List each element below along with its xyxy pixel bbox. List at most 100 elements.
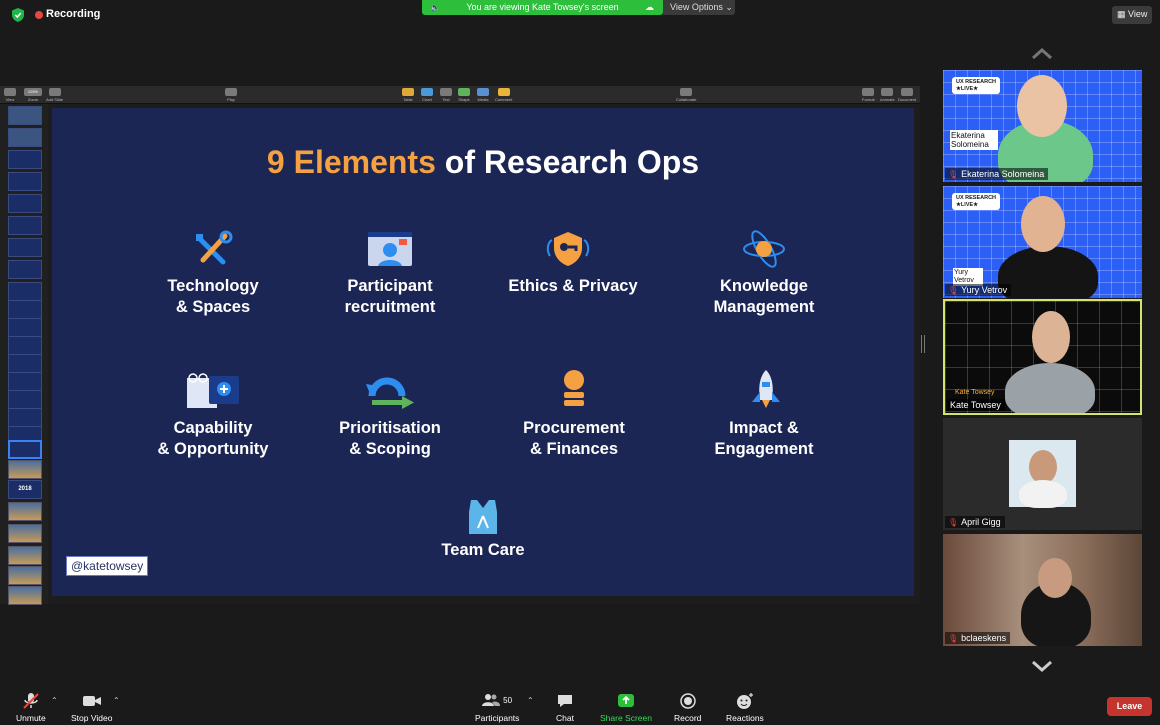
- slide-canvas[interactable]: 9 Elements of Research Ops Technology & S…: [52, 108, 914, 596]
- recording-label[interactable]: Recording: [46, 8, 100, 20]
- toolbar-chart-button[interactable]: Chart: [421, 88, 433, 102]
- element-technology-spaces: Technology & Spaces: [167, 277, 259, 316]
- viewing-screen-banner: 🔈 You are viewing Kate Towsey's screen ☁: [422, 0, 663, 15]
- meeting-top-bar: Recording 🔈 You are viewing Kate Towsey'…: [0, 0, 1160, 30]
- share-screen-icon: [617, 694, 634, 707]
- reactions-button[interactable]: Reactions: [726, 692, 764, 723]
- slide-thumbnail-selected[interactable]: [8, 440, 42, 459]
- chevron-up-icon[interactable]: [1031, 46, 1053, 60]
- slide-thumbnail[interactable]: [8, 300, 42, 319]
- toolbar-add-slide-button[interactable]: Add Slide: [46, 88, 63, 102]
- muted-mic-icon: 🎙: [948, 170, 959, 179]
- ux-research-live-logo: UX RESEARCH ★LIVE★: [952, 77, 1001, 94]
- unmute-button[interactable]: Unmute: [16, 692, 46, 723]
- slide-thumbnail-year[interactable]: 2018: [8, 480, 42, 499]
- slide-thumbnail[interactable]: [8, 282, 42, 301]
- slide-thumbnail[interactable]: [8, 336, 42, 355]
- slide-thumbnail[interactable]: [8, 172, 42, 191]
- record-icon: [679, 693, 696, 709]
- toolbar-table-button[interactable]: Table: [402, 88, 414, 102]
- participants-icon: [482, 694, 501, 707]
- chart-icon: [421, 88, 433, 96]
- slide-navigator: 2018: [0, 104, 48, 605]
- record-button[interactable]: Record: [674, 692, 701, 723]
- slide-thumbnail[interactable]: [8, 194, 42, 213]
- video-tile-kate-active-speaker[interactable]: Kate Towsey Kate Towsey: [943, 299, 1142, 415]
- leave-meeting-button[interactable]: Leave: [1107, 697, 1152, 716]
- text-icon: [440, 88, 452, 96]
- muted-mic-icon: 🎙: [948, 286, 959, 295]
- plus-icon: [48, 88, 61, 96]
- shield-key-icon: [546, 232, 590, 266]
- chat-bubble-icon: [558, 695, 572, 707]
- toolbar-view-button[interactable]: View: [4, 88, 16, 102]
- video-tile-april[interactable]: 🎙 April Gigg: [943, 418, 1142, 530]
- share-screen-button[interactable]: Share Screen: [600, 692, 652, 723]
- toolbar-format-button[interactable]: Format: [862, 88, 875, 102]
- muted-microphone-icon: [23, 693, 39, 709]
- toolbar-shape-button[interactable]: Shape: [458, 88, 470, 102]
- slide-thumbnail[interactable]: [8, 128, 42, 147]
- participant-icon: [368, 232, 412, 266]
- meeting-controls-bar: Unmute ⌃ Stop Video ⌃ 50 Participants ⌃ …: [0, 688, 1160, 725]
- video-options-caret-icon[interactable]: ⌃: [113, 696, 120, 705]
- ux-research-live-logo: UX RESEARCH ★LIVE★: [952, 193, 1001, 210]
- toolbar-text-button[interactable]: Text: [440, 88, 452, 102]
- view-options-button[interactable]: View Options ⌄: [663, 0, 735, 15]
- video-tile-ekaterina[interactable]: UX RESEARCH ★LIVE★ Ekaterina Solomeina 🎙 E…: [943, 70, 1142, 182]
- overlay-name-kate: Kate Towsey: [955, 389, 995, 396]
- participants-options-caret-icon[interactable]: ⌃: [527, 696, 534, 705]
- slide-thumbnail[interactable]: [8, 502, 42, 521]
- gallery-view-button[interactable]: ▦ View: [1112, 6, 1152, 24]
- chevron-down-icon: ⌄: [725, 2, 733, 12]
- toolbar-play-button[interactable]: Play: [225, 88, 237, 102]
- element-team-care: Team Care: [441, 541, 525, 559]
- vest-icon: [469, 500, 497, 534]
- element-ethics-privacy: Ethics & Privacy: [508, 277, 638, 295]
- participant-body: [998, 246, 1098, 298]
- slide-thumbnail[interactable]: [8, 408, 42, 427]
- audio-options-caret-icon[interactable]: ⌃: [51, 696, 58, 705]
- slide-thumbnail[interactable]: [8, 546, 42, 565]
- toolbar-collaborate-button[interactable]: Collaborate: [676, 88, 696, 102]
- split-resize-handle[interactable]: [921, 335, 925, 353]
- muted-mic-icon: 🎙: [948, 518, 959, 527]
- toolbar-zoom-button[interactable]: 125% Zoom: [24, 88, 42, 102]
- chat-button[interactable]: Chat: [556, 692, 574, 723]
- slide-thumbnail[interactable]: [8, 318, 42, 337]
- slide-thumbnail[interactable]: [8, 106, 42, 125]
- slide-thumbnail[interactable]: [8, 586, 42, 605]
- slide-thumbnail[interactable]: [8, 372, 42, 391]
- slide-thumbnail[interactable]: [8, 150, 42, 169]
- slide-thumbnail[interactable]: [8, 460, 42, 479]
- rocket-icon: [752, 370, 780, 408]
- smiley-plus-icon: [736, 693, 753, 709]
- slide-thumbnail[interactable]: [8, 354, 42, 373]
- arrow-cycle-icon: [366, 377, 414, 409]
- recording-dot-icon: [35, 11, 43, 19]
- stop-video-button[interactable]: Stop Video: [71, 692, 112, 723]
- toolbar-document-button[interactable]: Document: [898, 88, 916, 102]
- participant-name-label: 🎙 Ekaterina Solomeina: [945, 168, 1049, 180]
- slide-thumbnail[interactable]: [8, 566, 42, 585]
- toolbar-animate-button[interactable]: Animate: [880, 88, 895, 102]
- slide-thumbnail[interactable]: [8, 524, 42, 543]
- shape-icon: [458, 88, 470, 96]
- slide-thumbnail[interactable]: [8, 390, 42, 409]
- element-participant-recruitment: Participant recruitment: [344, 277, 436, 316]
- participant-name-label: 🎙 April Gigg: [945, 516, 1005, 528]
- security-shield-icon[interactable]: [12, 8, 24, 22]
- video-tile-yury[interactable]: UX RESEARCH ★LIVE★ Yury Vetrov 🎙 Yury Vetr…: [943, 186, 1142, 298]
- chevron-down-icon[interactable]: [1031, 660, 1053, 674]
- toolbar-comment-button[interactable]: Comment: [495, 88, 512, 102]
- slide-thumbnail[interactable]: [8, 216, 42, 235]
- toolbar-media-button[interactable]: Media: [477, 88, 489, 102]
- slide-title: 9 Elements of Research Ops: [266, 144, 700, 180]
- element-capability-opportunity: Capability & Opportunity: [157, 419, 269, 458]
- participants-button[interactable]: 50 Participants: [475, 692, 519, 723]
- participant-face: [1032, 311, 1070, 363]
- slide-thumbnail[interactable]: [8, 260, 42, 279]
- slide-thumbnail[interactable]: [8, 238, 42, 257]
- video-tile-bclaeskens[interactable]: 🎙 bclaeskens: [943, 534, 1142, 646]
- speaker-handle: @katetowsey: [66, 556, 149, 576]
